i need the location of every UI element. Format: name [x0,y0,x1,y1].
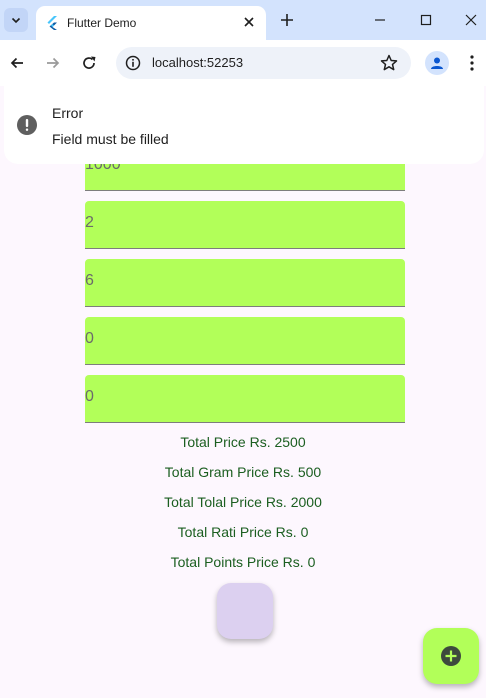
input-field-4[interactable]: 0 [85,317,405,365]
browser-toolbar: localhost:52253 [0,40,486,86]
input-field-2[interactable]: 2 [85,201,405,249]
minimize-icon[interactable] [365,6,395,34]
flutter-logo-icon [46,16,60,30]
total-rati-price-text: Total Rati Price Rs. 0 [177,524,309,540]
total-price-text: Total Price Rs. 2500 [180,434,306,450]
input-field-5[interactable]: 0 [85,375,405,423]
input-field-3[interactable]: 6 [85,259,405,307]
input-value: 0 [85,330,94,347]
total-points-price-text: Total Points Price Rs. 0 [170,554,316,570]
forward-arrow-icon[interactable] [39,49,67,77]
add-circle-icon [441,646,461,666]
error-message: Field must be filled [52,131,169,147]
more-menu-icon[interactable] [462,51,482,75]
maximize-icon[interactable] [411,6,441,34]
input-value: 2 [85,214,94,231]
tab-title: Flutter Demo [67,16,137,30]
error-icon [16,114,38,136]
reload-icon[interactable] [75,49,103,77]
input-value: 6 [85,272,94,289]
add-fab-button[interactable] [423,628,479,684]
browser-tab-bar: Flutter Demo [0,0,486,40]
total-gram-price-text: Total Gram Price Rs. 500 [164,464,322,480]
input-value: 0 [85,388,94,405]
profile-avatar-icon[interactable] [425,51,449,75]
app-content: 1000 2 6 0 0 Total Price Rs. 2500 Total … [0,86,486,698]
error-banner: Error Field must be filled [4,86,484,164]
browser-tab[interactable]: Flutter Demo [36,6,266,40]
error-title: Error [52,105,84,121]
url-text: localhost:52253 [152,55,244,70]
calculate-button[interactable] [217,583,273,639]
close-window-icon[interactable] [456,6,486,34]
back-arrow-icon[interactable] [3,49,31,77]
total-tolal-price-text: Total Tolal Price Rs. 2000 [164,494,322,510]
bookmark-star-icon[interactable] [379,53,399,73]
site-info-icon[interactable] [124,54,142,72]
tab-search-chevron-icon[interactable] [4,8,28,32]
close-tab-icon[interactable] [240,13,258,31]
address-bar[interactable]: localhost:52253 [116,47,411,79]
new-tab-icon[interactable] [275,8,299,32]
